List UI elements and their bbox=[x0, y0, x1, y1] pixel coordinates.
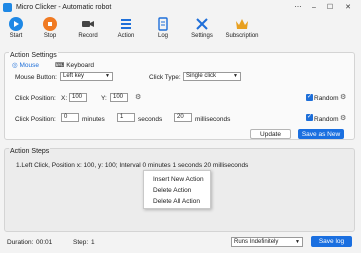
x-label: X: bbox=[61, 95, 68, 102]
mouse-icon: ◎ bbox=[12, 62, 18, 69]
x-input[interactable]: 100 bbox=[69, 93, 87, 102]
settings-button[interactable]: Settings bbox=[186, 17, 218, 44]
save-as-new-button[interactable]: Save as New bbox=[298, 129, 344, 139]
click-type-label: Click Type: bbox=[149, 74, 181, 81]
duration-label: Duration: bbox=[7, 239, 34, 246]
keyboard-icon: ⌨ bbox=[55, 62, 65, 69]
minimize-button[interactable]: – bbox=[306, 0, 322, 14]
duration-value: 00:01 bbox=[36, 239, 53, 246]
update-button[interactable]: Update bbox=[250, 129, 291, 139]
milliseconds-input[interactable]: 20 bbox=[174, 113, 192, 122]
start-button[interactable]: Start bbox=[0, 17, 32, 44]
click-type-select[interactable]: Single click ▼ bbox=[183, 72, 241, 81]
close-button[interactable]: ✕ bbox=[340, 0, 356, 14]
chevron-down-icon: ▼ bbox=[105, 73, 110, 79]
log-button[interactable]: Log bbox=[147, 17, 179, 44]
record-label: Record bbox=[78, 33, 98, 39]
minutes-input[interactable]: 0 bbox=[61, 113, 79, 122]
mouse-button-label: Mouse Button: bbox=[15, 74, 57, 81]
action-list-icon bbox=[119, 17, 133, 31]
run-mode-select[interactable]: Runs Indefinitely ▼ bbox=[231, 237, 303, 247]
record-icon bbox=[81, 17, 95, 31]
run-mode-value: Runs Indefinitely bbox=[234, 239, 279, 245]
settings-label: Settings bbox=[191, 33, 213, 39]
chevron-down-icon: ▼ bbox=[295, 239, 300, 245]
play-icon bbox=[9, 17, 23, 31]
maximize-button[interactable]: ☐ bbox=[322, 0, 338, 14]
click-position-label: Click Position: bbox=[15, 95, 56, 102]
mouse-button-select[interactable]: Left key ▼ bbox=[60, 72, 113, 81]
random-position-label: Random bbox=[314, 95, 339, 102]
subscription-label: Subscription bbox=[225, 33, 259, 39]
action-button[interactable]: Action bbox=[110, 17, 142, 44]
stop-button[interactable]: Stop bbox=[34, 17, 66, 44]
status-bar bbox=[0, 235, 361, 253]
mouse-button-value: Left key bbox=[63, 73, 85, 79]
interval-label: Click Position: bbox=[15, 116, 56, 123]
y-label: Y: bbox=[101, 95, 107, 102]
y-input[interactable]: 100 bbox=[110, 93, 128, 102]
record-button[interactable]: Record bbox=[72, 17, 104, 44]
step-label: Step: bbox=[73, 239, 89, 246]
random-position-gear-icon[interactable]: ⚙ bbox=[340, 93, 346, 101]
step-value: 1 bbox=[91, 239, 95, 246]
action-steps-title: Action Steps bbox=[9, 148, 51, 155]
log-icon bbox=[156, 17, 170, 31]
stop-icon bbox=[43, 17, 57, 31]
tools-icon bbox=[195, 17, 209, 31]
milliseconds-label: milliseconds bbox=[195, 116, 231, 123]
chevron-down-icon: ▼ bbox=[233, 73, 238, 79]
action-label: Action bbox=[117, 33, 135, 39]
menu-item-delete-all-action[interactable]: Delete All Action bbox=[144, 196, 210, 207]
log-label: Log bbox=[157, 33, 168, 39]
stop-label: Stop bbox=[43, 33, 57, 39]
random-interval-label: Random bbox=[314, 116, 339, 123]
more-options-button[interactable]: ⋯ bbox=[290, 0, 306, 14]
tab-keyboard-label: Keyboard bbox=[66, 62, 95, 69]
seconds-label: seconds bbox=[138, 116, 163, 123]
click-type-value: Single click bbox=[186, 73, 217, 79]
minutes-label: minutes bbox=[82, 116, 105, 123]
menu-item-insert-new-action[interactable]: Insert New Action bbox=[144, 174, 210, 185]
subscription-button[interactable]: Subscription bbox=[225, 17, 259, 44]
random-position-checkbox[interactable]: ✓ bbox=[306, 94, 313, 101]
start-label: Start bbox=[9, 33, 23, 39]
tab-keyboard[interactable]: ⌨ Keyboard bbox=[55, 61, 94, 69]
tab-mouse[interactable]: ◎ Mouse bbox=[12, 61, 39, 69]
crown-icon bbox=[235, 17, 249, 31]
random-interval-checkbox[interactable]: ✓ bbox=[306, 114, 313, 121]
context-menu: Insert New Action Delete Action Delete A… bbox=[143, 170, 211, 209]
app-logo-icon bbox=[3, 2, 12, 12]
action-settings-title: Action Settings bbox=[9, 52, 58, 59]
tab-mouse-label: Mouse bbox=[19, 62, 39, 69]
menu-item-delete-action[interactable]: Delete Action bbox=[144, 185, 210, 196]
window-title: Micro Clicker - Automatic robot bbox=[16, 3, 112, 11]
pick-position-gear-icon[interactable]: ⚙ bbox=[135, 93, 141, 101]
seconds-input[interactable]: 1 bbox=[117, 113, 135, 122]
main-toolbar: Start Stop Record Action Log Settings Su… bbox=[0, 14, 361, 44]
save-log-button[interactable]: Save log bbox=[311, 236, 352, 247]
list-item[interactable]: 1.Left Click, Position x: 100, y: 100; I… bbox=[16, 162, 248, 169]
random-interval-gear-icon[interactable]: ⚙ bbox=[340, 114, 346, 122]
